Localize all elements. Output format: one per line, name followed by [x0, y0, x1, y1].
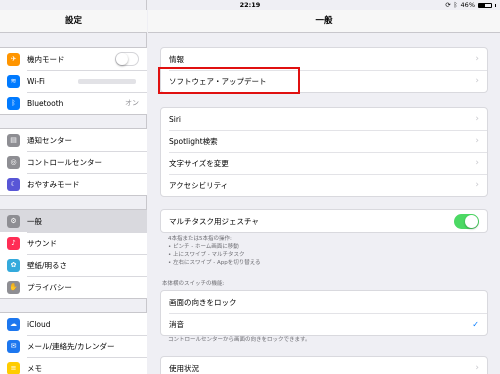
- sidebar-item-label: コントロールセンター: [27, 157, 102, 167]
- sidebar: 設定 ✈ 機内モード ≋ Wi-Fi ᛒ Bluetooth オン ▤ 通知セン…: [0, 0, 147, 374]
- sidebar-item-label: サウンド: [27, 238, 57, 248]
- sidebar-item-label: 一般: [27, 216, 42, 226]
- accessibility-label: アクセシビリティ: [169, 180, 229, 190]
- sidebar-item-label: iCloud: [27, 319, 51, 329]
- search-accessibility-group: Siri › Spotlight検索 › 文字サイズを変更 › アクセシビリティ…: [160, 107, 488, 197]
- general-settings-panel: 一般 情報 › ソフトウェア・アップデート › Siri › Spotlight…: [148, 0, 500, 374]
- side-switch-header: 本体横のスイッチの機能:: [162, 281, 225, 287]
- sidebar-item-sounds[interactable]: ♪ サウンド: [0, 232, 147, 254]
- checkmark-icon: ✓: [472, 319, 479, 329]
- mail-icon: ✉: [7, 339, 20, 353]
- page-title: 一般: [148, 10, 500, 33]
- chevron-right-icon: ›: [475, 180, 479, 190]
- software-update-highlight-box: [158, 67, 300, 94]
- multitask-label: マルチタスク用ジェスチャ: [169, 216, 259, 226]
- sidebar-item-label: 機内モード: [27, 54, 65, 64]
- speaker-icon: ♪: [7, 236, 20, 250]
- sidebar-item-label: メモ: [27, 363, 42, 373]
- lock-rotation-label: 画面の向きをロック: [169, 297, 237, 307]
- sidebar-item-bluetooth[interactable]: ᛒ Bluetooth オン: [0, 92, 147, 114]
- sidebar-item-label: メール/連絡先/カレンダー: [27, 341, 115, 351]
- notes-icon: ≡: [7, 361, 20, 374]
- moon-icon: ☾: [7, 177, 20, 191]
- sidebar-group-general: ⚙ 一般 ♪ サウンド ✿ 壁紙/明るさ ✋ プライバシー: [0, 209, 147, 299]
- sidebar-item-privacy[interactable]: ✋ プライバシー: [0, 276, 147, 298]
- sidebar-item-notes[interactable]: ≡ メモ: [0, 357, 147, 374]
- wifi-network-redacted: [78, 78, 136, 84]
- airplane-icon: ✈: [7, 52, 20, 66]
- chevron-right-icon: ›: [475, 363, 479, 373]
- notification-center-icon: ▤: [7, 133, 20, 147]
- spotlight-label: Spotlight検索: [169, 136, 218, 146]
- usage-label: 使用状況: [169, 363, 199, 373]
- chevron-right-icon: ›: [475, 76, 479, 86]
- chevron-right-icon: ›: [475, 54, 479, 64]
- sidebar-item-wallpaper[interactable]: ✿ 壁紙/明るさ: [0, 254, 147, 276]
- text-size-label: 文字サイズを変更: [169, 158, 229, 168]
- spotlight-row[interactable]: Spotlight検索 ›: [161, 130, 487, 152]
- sidebar-group-connectivity: ✈ 機内モード ≋ Wi-Fi ᛒ Bluetooth オン: [0, 47, 147, 115]
- usage-row[interactable]: 使用状況 ›: [161, 357, 487, 374]
- sidebar-item-wifi[interactable]: ≋ Wi-Fi: [0, 70, 147, 92]
- sidebar-item-label: Bluetooth: [27, 98, 64, 108]
- side-switch-note: コントロールセンターから画面の向きをロックできます。: [168, 337, 311, 343]
- sidebar-item-label: プライバシー: [27, 282, 72, 292]
- sidebar-item-general[interactable]: ⚙ 一般: [0, 210, 147, 232]
- sidebar-item-notification-center[interactable]: ▤ 通知センター: [0, 129, 147, 151]
- cloud-icon: ☁: [7, 317, 20, 331]
- sidebar-group-accounts: ☁ iCloud ✉ メール/連絡先/カレンダー ≡ メモ: [0, 312, 147, 374]
- sidebar-item-mail[interactable]: ✉ メール/連絡先/カレンダー: [0, 335, 147, 357]
- sidebar-item-do-not-disturb[interactable]: ☾ おやすみモード: [0, 173, 147, 195]
- text-size-row[interactable]: 文字サイズを変更 ›: [161, 152, 487, 174]
- sidebar-item-control-center[interactable]: ◎ コントロールセンター: [0, 151, 147, 173]
- sidebar-item-airplane[interactable]: ✈ 機内モード: [0, 48, 147, 70]
- multitask-row: マルチタスク用ジェスチャ: [161, 210, 487, 232]
- sidebar-item-icloud[interactable]: ☁ iCloud: [0, 313, 147, 335]
- siri-label: Siri: [169, 114, 182, 124]
- lock-rotation-row[interactable]: 画面の向きをロック: [161, 291, 487, 313]
- accessibility-row[interactable]: アクセシビリティ ›: [161, 174, 487, 196]
- siri-row[interactable]: Siri ›: [161, 108, 487, 130]
- bluetooth-value: オン: [125, 99, 139, 107]
- sidebar-item-label: おやすみモード: [27, 179, 80, 189]
- wifi-icon: ≋: [7, 74, 20, 88]
- wallpaper-icon: ✿: [7, 258, 20, 272]
- usage-group: 使用状況 ›: [160, 356, 488, 374]
- sidebar-group-notifications: ▤ 通知センター ◎ コントロールセンター ☾ おやすみモード: [0, 128, 147, 196]
- chevron-right-icon: ›: [475, 158, 479, 168]
- control-center-icon: ◎: [7, 155, 20, 169]
- hand-icon: ✋: [7, 280, 20, 294]
- sidebar-item-label: Wi-Fi: [27, 76, 45, 86]
- sidebar-title: 設定: [0, 10, 147, 33]
- mute-label: 消音: [169, 319, 184, 329]
- chevron-right-icon: ›: [475, 136, 479, 146]
- multitask-group: マルチタスク用ジェスチャ: [160, 209, 488, 233]
- multitask-note: 4本指または5本指の操作: • ピンチ - ホーム画面に移動 • 上にスワイプ …: [168, 236, 261, 266]
- side-switch-group: 画面の向きをロック 消音 ✓: [160, 290, 488, 336]
- multitask-toggle[interactable]: [454, 213, 479, 229]
- info-label: 情報: [169, 54, 184, 64]
- mute-row[interactable]: 消音 ✓: [161, 313, 487, 335]
- chevron-right-icon: ›: [475, 114, 479, 124]
- airplane-mode-toggle[interactable]: [115, 52, 139, 66]
- sidebar-item-label: 壁紙/明るさ: [27, 260, 68, 270]
- gear-icon: ⚙: [7, 214, 20, 228]
- bluetooth-icon: ᛒ: [7, 96, 20, 110]
- sidebar-item-label: 通知センター: [27, 135, 72, 145]
